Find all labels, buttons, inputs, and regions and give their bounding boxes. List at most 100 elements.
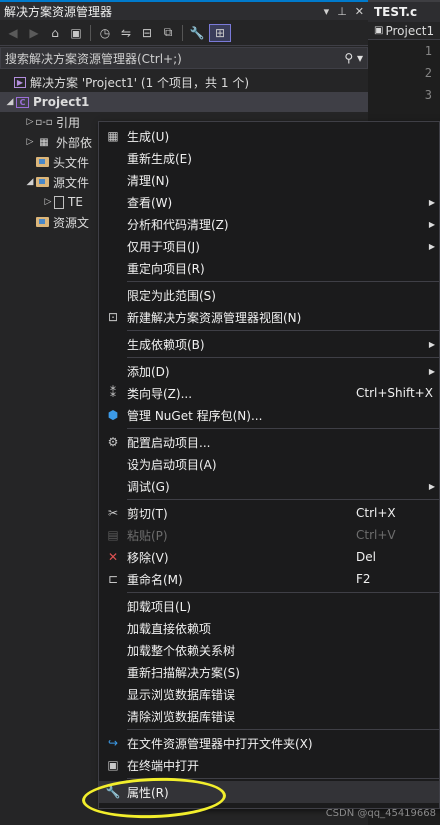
search-icon[interactable]: ⚲ ▾ [344, 51, 363, 65]
menu-item-rename[interactable]: ⊏ 重命名(M) F2 [99, 568, 439, 590]
menu-item-config-startup[interactable]: ⚙ 配置启动项目... [99, 431, 439, 453]
nav-project-label: Project1 [385, 23, 435, 38]
menu-separator [127, 357, 439, 358]
back-icon[interactable]: ◀ [4, 24, 22, 42]
menu-item-paste: ▤ 粘贴(P) Ctrl+V [99, 524, 439, 546]
menu-item-properties[interactable]: 🔧 属性(R) [99, 781, 439, 803]
tree-item-label: 资源文 [53, 215, 90, 230]
forward-icon[interactable]: ▶ [25, 24, 43, 42]
wrench-icon: 🔧 [105, 785, 121, 799]
menu-item-show-db-errors[interactable]: 显示浏览数据库错误 [99, 683, 439, 705]
menu-item-retarget[interactable]: 重定向项目(R) [99, 257, 439, 279]
filter-folder-icon [36, 157, 49, 167]
project-icon: C [16, 96, 29, 108]
collapsed-arrow-icon[interactable]: ▷ [24, 117, 36, 127]
menu-separator [127, 778, 439, 779]
build-icon: ▦ [107, 129, 119, 143]
menu-separator [127, 499, 439, 500]
editor-tab-label: TEST.c [374, 5, 418, 19]
line-number: 3 [424, 88, 432, 102]
menu-item-class-wizard[interactable]: ⁑ 类向导(Z)... Ctrl+Shift+X [99, 382, 439, 404]
c-file-icon [54, 195, 64, 209]
pending-changes-icon[interactable]: ◷ [96, 24, 114, 42]
close-icon[interactable]: ✕ [355, 5, 364, 18]
clipboard-icon: ▤ [107, 528, 119, 542]
menu-item-rebuild[interactable]: 重新生成(E) [99, 147, 439, 169]
preview-selected-icon[interactable]: ⊞ [209, 23, 231, 42]
editor-tab[interactable]: TEST.c [368, 0, 440, 22]
show-all-files-icon[interactable]: ⧉ [159, 24, 177, 42]
menu-item-rescan[interactable]: 重新扫描解决方案(S) [99, 661, 439, 683]
menu-item-unload[interactable]: 卸载项目(L) [99, 595, 439, 617]
submenu-arrow-icon: ▶ [428, 241, 435, 251]
properties-wrench-icon[interactable]: 🔧 [188, 24, 206, 42]
shortcut-label: Ctrl+X [356, 506, 396, 520]
panel-title-controls: ▾ ⊥ ✕ [324, 5, 364, 18]
toolbar-divider [182, 24, 183, 41]
line-number: 1 [424, 44, 432, 58]
remove-x-icon: ✕ [107, 550, 119, 564]
expanded-arrow-icon[interactable]: ◢ [4, 97, 16, 107]
collapsed-arrow-icon[interactable]: ▷ [24, 137, 36, 147]
references-icon: ▫-▫ [35, 116, 53, 128]
class-wizard-icon: ⁑ [110, 386, 116, 400]
external-deps-icon: ▦ [39, 136, 49, 148]
solution-icon: ▶ [14, 76, 26, 88]
menu-item-project-only[interactable]: 仅用于项目(J) ▶ [99, 235, 439, 257]
menu-item-build-deps[interactable]: 生成依赖项(B) ▶ [99, 333, 439, 355]
shortcut-label: Ctrl+Shift+X [356, 386, 433, 400]
submenu-arrow-icon: ▶ [428, 366, 435, 376]
menu-item-nuget[interactable]: ⬢ 管理 NuGet 程序包(N)... [99, 404, 439, 426]
tree-item-project[interactable]: ◢ C Project1 [0, 92, 368, 112]
dropdown-icon[interactable]: ▾ [324, 5, 330, 18]
search-box[interactable]: 搜索解决方案资源管理器(Ctrl+;) ⚲ ▾ [0, 47, 368, 69]
menu-separator [127, 330, 439, 331]
menu-item-debug[interactable]: 调试(G) ▶ [99, 475, 439, 497]
menu-separator [127, 729, 439, 730]
submenu-arrow-icon: ▶ [428, 197, 435, 207]
tree-item-label: 引用 [56, 115, 81, 130]
editor-nav-bar[interactable]: ▣ Project1 [368, 22, 440, 40]
menu-item-add[interactable]: 添加(D) ▶ [99, 360, 439, 382]
menu-item-build[interactable]: ▦ 生成(U) [99, 125, 439, 147]
terminal-icon: ▣ [107, 758, 119, 772]
gear-icon: ⚙ [107, 435, 119, 449]
tree-item-label: 外部依 [56, 135, 93, 150]
open-folder-arrow-icon: ↪ [107, 736, 119, 750]
menu-item-scope[interactable]: 限定为此范围(S) [99, 284, 439, 306]
menu-item-load-all[interactable]: 加载整个依赖关系树 [99, 639, 439, 661]
menu-item-view[interactable]: 查看(W) ▶ [99, 191, 439, 213]
collapse-all-icon[interactable]: ⊟ [138, 24, 156, 42]
home-icon[interactable]: ⌂ [46, 24, 64, 42]
submenu-arrow-icon: ▶ [428, 339, 435, 349]
tree-item-solution[interactable]: ▶ 解决方案 'Project1' (1 个项目，共 1 个) [0, 72, 368, 92]
sync-icon[interactable]: ⇋ [117, 24, 135, 42]
watermark: CSDN @qq_45419668 [325, 808, 436, 819]
line-numbers: 1 2 3 [368, 40, 440, 110]
menu-item-open-folder[interactable]: ↪ 在文件资源管理器中打开文件夹(X) [99, 732, 439, 754]
tree-item-label: 解决方案 'Project1' (1 个项目，共 1 个) [30, 75, 249, 90]
expanded-arrow-icon[interactable]: ◢ [24, 177, 36, 187]
panel-titlebar: 解决方案资源管理器 ▾ ⊥ ✕ [0, 0, 368, 20]
menu-item-clean[interactable]: 清理(N) [99, 169, 439, 191]
menu-item-load-direct[interactable]: 加载直接依赖项 [99, 617, 439, 639]
collapsed-arrow-icon[interactable]: ▷ [42, 197, 54, 207]
submenu-arrow-icon: ▶ [428, 219, 435, 229]
menu-item-clear-db-errors[interactable]: 清除浏览数据库错误 [99, 705, 439, 727]
switch-views-icon[interactable]: ▣ [67, 24, 85, 42]
menu-separator [127, 281, 439, 282]
filter-folder-icon [36, 217, 49, 227]
menu-item-analyze[interactable]: 分析和代码清理(Z) ▶ [99, 213, 439, 235]
line-number: 2 [424, 66, 432, 80]
menu-item-open-terminal[interactable]: ▣ 在终端中打开 [99, 754, 439, 776]
nuget-icon: ⬢ [107, 408, 119, 422]
tree-item-label: Project1 [33, 95, 90, 109]
tree-item-label: 源文件 [53, 175, 90, 190]
pin-icon[interactable]: ⊥ [337, 5, 347, 18]
menu-item-remove[interactable]: ✕ 移除(V) Del [99, 546, 439, 568]
search-input[interactable]: 搜索解决方案资源管理器(Ctrl+;) [5, 50, 182, 67]
menu-item-new-view[interactable]: ⊡ 新建解决方案资源管理器视图(N) [99, 306, 439, 328]
nav-project-icon: ▣ [374, 25, 384, 36]
menu-item-set-startup[interactable]: 设为启动项目(A) [99, 453, 439, 475]
menu-item-cut[interactable]: ✂ 剪切(T) Ctrl+X [99, 502, 439, 524]
